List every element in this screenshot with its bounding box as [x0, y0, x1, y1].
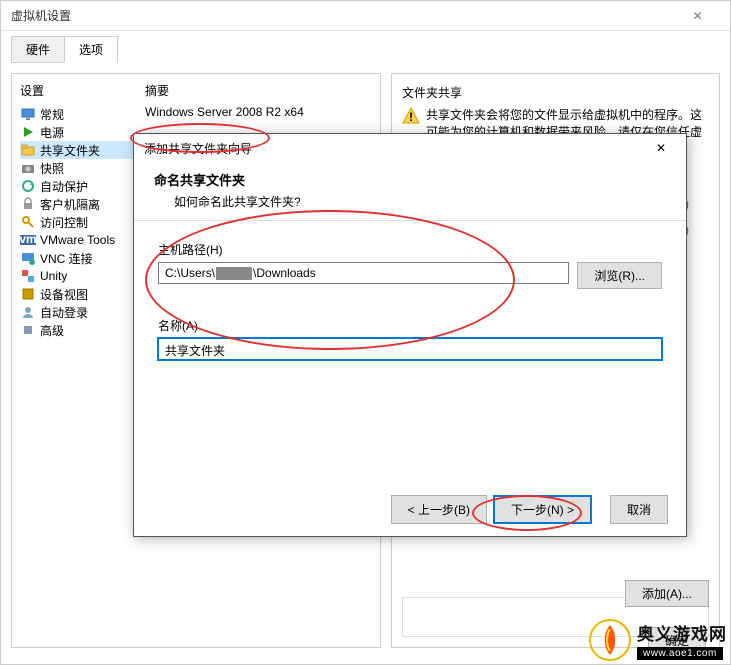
sidebar-item-autologin[interactable]: 自动登录 — [20, 303, 145, 321]
tab-hardware[interactable]: 硬件 — [11, 36, 65, 63]
sidebar-item-label: 访问控制 — [40, 214, 88, 231]
sidebar-item-advanced[interactable]: 高级 — [20, 321, 145, 339]
wizard-titlebar: 添加共享文件夹向导 ✕ — [134, 134, 686, 162]
key-icon — [20, 214, 36, 230]
back-button[interactable]: < 上一步(B) — [391, 495, 487, 524]
folder-share-icon — [20, 142, 36, 158]
main-titlebar: 虚拟机设置 ✕ — [1, 1, 730, 31]
person-icon — [20, 304, 36, 320]
add-shared-folder-wizard: 添加共享文件夹向导 ✕ 命名共享文件夹 如何命名此共享文件夹? 主机路径(H) … — [133, 133, 687, 537]
main-title: 虚拟机设置 — [11, 7, 675, 24]
sidebar-item-device-view[interactable]: 设备视图 — [20, 285, 145, 303]
sidebar-item-label: 高级 — [40, 322, 64, 339]
unity-icon — [20, 268, 36, 284]
play-icon — [20, 124, 36, 140]
tabs: 硬件 选项 — [1, 31, 730, 63]
sidebar-item-label: 自动登录 — [40, 304, 88, 321]
vm-icon: vm — [20, 232, 36, 248]
browse-button[interactable]: 浏览(R)... — [577, 262, 662, 289]
wizard-footer: < 上一步(B) 下一步(N) > 取消 — [391, 495, 668, 524]
add-button[interactable]: 添加(A)... — [625, 580, 709, 607]
sidebar-item-label: VMware Tools — [40, 233, 115, 247]
sidebar-item-label: 客户机隔离 — [40, 196, 100, 213]
right-panel-buttons: 添加(A)... — [625, 580, 709, 607]
sidebar-item-access[interactable]: 访问控制 — [20, 213, 145, 231]
host-path-row: C:\Users\ \Downloads 浏览(R)... — [158, 262, 662, 289]
wizard-title: 添加共享文件夹向导 — [144, 140, 646, 157]
name-input[interactable]: 共享文件夹 — [158, 338, 662, 360]
sidebar-item-vmware-tools[interactable]: vm VMware Tools — [20, 231, 145, 249]
sidebar-item-power[interactable]: 电源 — [20, 123, 145, 141]
watermark-logo-icon — [589, 619, 631, 661]
sidebar-item-label: 电源 — [40, 124, 64, 141]
camera-icon — [20, 160, 36, 176]
sidebar-item-label: 自动保护 — [40, 178, 88, 195]
watermark-text: 奥义游戏网 www.aoe1.com — [637, 620, 727, 660]
sidebar-item-label: Unity — [40, 269, 67, 283]
sidebar-item-label: 设备视图 — [40, 286, 88, 303]
host-path-label: 主机路径(H) — [158, 241, 662, 258]
censored-user — [216, 267, 252, 280]
host-path-input[interactable]: C:\Users\ \Downloads — [158, 262, 569, 284]
gear-icon — [20, 322, 36, 338]
sidebar-item-label: 共享文件夹 — [40, 142, 100, 159]
name-row: 共享文件夹 — [158, 338, 662, 360]
settings-list: 常规 电源 共享文件夹 快照 自动保护 客户机隔离 访问控制 vm VMware … — [20, 105, 145, 339]
sidebar-item-isolation[interactable]: 客户机隔离 — [20, 195, 145, 213]
wizard-close-button[interactable]: ✕ — [646, 137, 676, 159]
sidebar-item-vnc[interactable]: VNC 连接 — [20, 249, 145, 267]
sidebar-item-unity[interactable]: Unity — [20, 267, 145, 285]
name-label: 名称(A) — [158, 317, 662, 334]
col-summary: 摘要 — [145, 82, 372, 99]
sidebar-item-label: 常规 — [40, 106, 64, 123]
svg-text:!: ! — [409, 110, 413, 124]
main-close-button[interactable]: ✕ — [675, 1, 720, 31]
monitor-net-icon — [20, 250, 36, 266]
folder-share-title: 文件夹共享 — [402, 84, 709, 101]
sidebar-item-label: 快照 — [40, 160, 64, 177]
shield-refresh-icon — [20, 178, 36, 194]
next-button[interactable]: 下一步(N) > — [493, 495, 592, 524]
sidebar-item-autoprotect[interactable]: 自动保护 — [20, 177, 145, 195]
host-path-suffix: \Downloads — [253, 266, 316, 280]
sidebar-item-general[interactable]: 常规 — [20, 105, 145, 123]
host-path-prefix: C:\Users\ — [165, 266, 215, 280]
watermark-cn: 奥义游戏网 — [637, 620, 727, 645]
wizard-body: 主机路径(H) C:\Users\ \Downloads 浏览(R)... 名称(… — [134, 221, 686, 408]
left-panel-header: 设置 摘要 — [20, 82, 372, 99]
svg-text:vm: vm — [20, 233, 36, 246]
sidebar-item-snapshot[interactable]: 快照 — [20, 159, 145, 177]
cancel-button[interactable]: 取消 — [610, 495, 668, 524]
watermark: 奥义游戏网 www.aoe1.com — [589, 619, 727, 661]
col-settings: 设置 — [20, 82, 145, 99]
wizard-header: 命名共享文件夹 如何命名此共享文件夹? — [134, 162, 686, 221]
sidebar-item-shared-folders[interactable]: 共享文件夹 — [20, 141, 145, 159]
tab-options[interactable]: 选项 — [64, 36, 118, 63]
device-icon — [20, 286, 36, 302]
sidebar-item-label: VNC 连接 — [40, 250, 93, 267]
monitor-icon — [20, 106, 36, 122]
wizard-heading: 命名共享文件夹 — [154, 170, 666, 189]
watermark-url: www.aoe1.com — [637, 647, 723, 660]
wizard-subheading: 如何命名此共享文件夹? — [154, 193, 666, 210]
lock-icon — [20, 196, 36, 212]
